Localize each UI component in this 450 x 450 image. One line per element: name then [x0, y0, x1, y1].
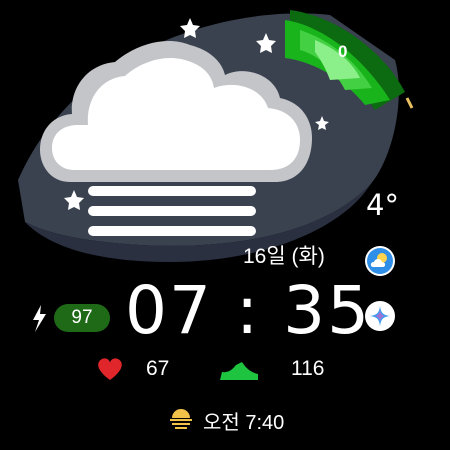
steps-count[interactable]: 116 [291, 357, 324, 381]
time: 07 : 35 [125, 272, 372, 349]
date: 16일 (화) [243, 245, 325, 268]
activity-ring-value: 0 [338, 42, 348, 61]
shoe-icon[interactable] [220, 362, 258, 380]
battery-level: 97 [54, 304, 110, 332]
heart-icon [98, 358, 122, 380]
lightning-bolt-icon [33, 305, 46, 332]
sunrise-icon [170, 409, 192, 429]
sunrise-time: 오전 7:40 [203, 412, 285, 434]
ring-marker [405, 97, 414, 109]
heart-rate[interactable]: 67 [146, 357, 169, 381]
watch-face-background [18, 10, 414, 429]
temperature[interactable]: 4° [366, 188, 399, 222]
